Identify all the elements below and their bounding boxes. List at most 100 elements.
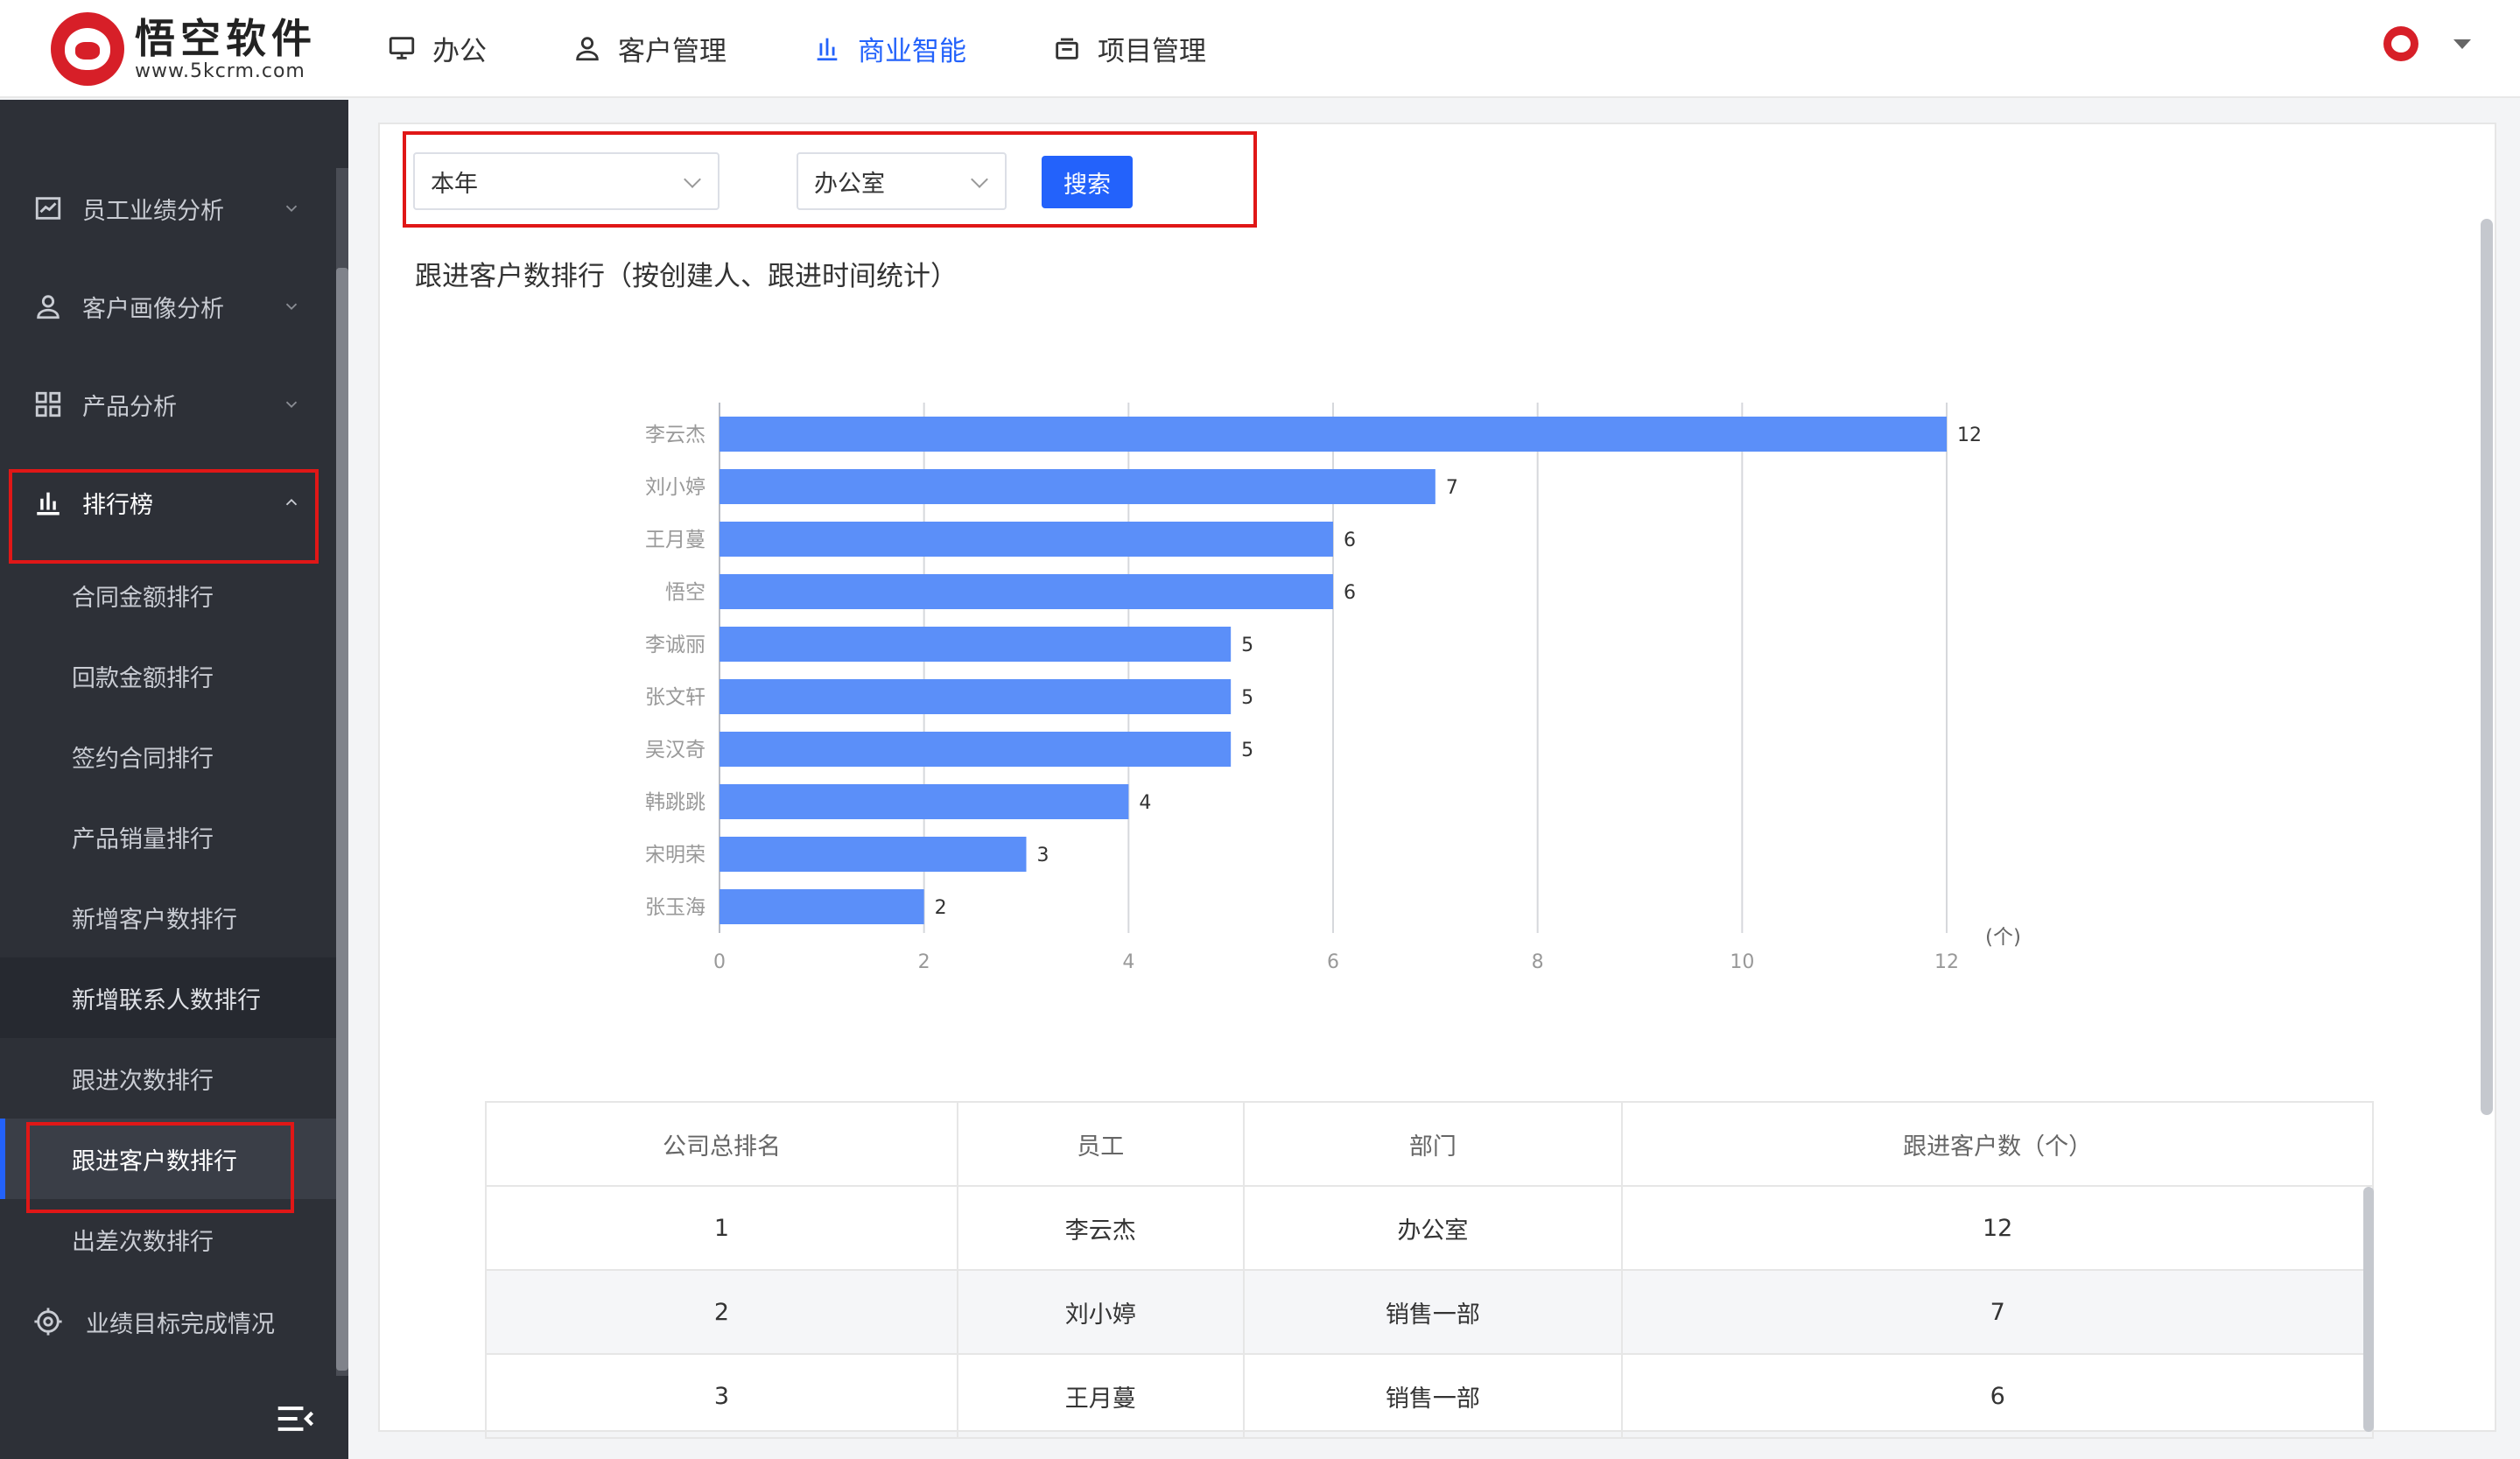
sidebar-group-employee-performance[interactable]: 员工业绩分析: [0, 170, 336, 247]
bar: [719, 417, 1947, 452]
table-row: 3 王月蔓 销售一部 6: [485, 1353, 2374, 1439]
search-button[interactable]: 搜索: [1042, 156, 1133, 208]
brand-url: www.5kcrm.com: [135, 60, 305, 82]
collapse-menu-icon[interactable]: [277, 1404, 315, 1434]
y-category-label: 李云杰: [645, 424, 705, 446]
bar-value-label: 5: [1241, 635, 1253, 656]
nav-bi[interactable]: 商业智能: [812, 0, 966, 96]
y-category-label: 张玉海: [645, 896, 705, 919]
x-tick-label: 10: [1730, 951, 1754, 971]
column-header-employee: 员工: [957, 1101, 1245, 1187]
user-menu[interactable]: [2383, 26, 2471, 61]
sidebar-item-business-trips[interactable]: 出差次数排行: [0, 1199, 336, 1280]
sidebar-scrollbar[interactable]: [336, 268, 348, 1371]
chevron-down-icon[interactable]: [2453, 39, 2471, 49]
sidebar-item-signed-contracts[interactable]: 签约合同排行: [0, 716, 336, 796]
ranking-table: 公司总排名 员工 部门 跟进客户数（个） 1 李云杰 办公室 12 2 刘小婷 …: [485, 1101, 2374, 1439]
sidebar-group-label: 员工业绩分析: [82, 197, 224, 225]
nav-customer[interactable]: 客户管理: [572, 0, 727, 96]
nav-bi-label: 商业智能: [858, 35, 966, 67]
sidebar: 员工业绩分析 客户画像分析 产品分析 排行榜 合同金额排行 回款金额排行 签约合…: [0, 100, 348, 1459]
bar-value-label: 3: [1037, 845, 1049, 866]
grid-icon: [35, 391, 61, 417]
sidebar-item-new-customers[interactable]: 新增客户数排行: [0, 877, 336, 957]
brand-logo[interactable]: 悟空软件 www.5kcrm.com: [51, 11, 317, 88]
cell-count: 7: [1621, 1269, 2374, 1355]
bar: [719, 522, 1333, 557]
user-profile-icon: [37, 295, 60, 319]
y-category-label: 王月蔓: [645, 529, 705, 551]
chevron-down-icon: [285, 205, 298, 213]
user-icon: [576, 37, 599, 61]
project-icon: [1056, 38, 1078, 60]
monitor-icon: [389, 37, 415, 60]
x-tick-label: 8: [1532, 951, 1544, 971]
x-tick-label: 4: [1122, 951, 1134, 971]
brand-name: 悟空软件: [135, 15, 317, 62]
sidebar-item-product-sales[interactable]: 产品销量排行: [0, 796, 336, 877]
chevron-down-icon: [285, 401, 298, 409]
target-icon: [34, 1308, 62, 1336]
table-header-row: 公司总排名 员工 部门 跟进客户数（个）: [485, 1101, 2374, 1187]
sidebar-item-contract-amount[interactable]: 合同金额排行: [0, 555, 336, 635]
main-nav: 办公 客户管理 商业智能 项目管理: [387, 0, 1292, 96]
cell-department: 销售一部: [1242, 1269, 1624, 1355]
sidebar-item-payment-amount[interactable]: 回款金额排行: [0, 635, 336, 716]
table-row: 1 李云杰 办公室 12: [485, 1185, 2374, 1271]
sidebar-item-new-contacts[interactable]: 新增联系人数排行: [0, 957, 336, 1038]
sidebar-group-label: 产品分析: [82, 393, 177, 421]
cell-rank: 2: [485, 1269, 958, 1355]
bar-value-label: 6: [1344, 530, 1356, 551]
bar: [719, 627, 1232, 662]
sidebar-item-followup-count[interactable]: 跟进次数排行: [0, 1038, 336, 1119]
y-category-label: 韩跳跳: [645, 791, 705, 814]
column-header-count: 跟进客户数（个）: [1621, 1101, 2374, 1187]
bar-value-label: 5: [1241, 687, 1253, 709]
department-select-value: 办公室: [814, 170, 885, 198]
bar-value-label: 12: [1957, 424, 1982, 446]
nav-office-label: 办公: [432, 35, 487, 67]
x-tick-label: 2: [918, 951, 930, 971]
x-unit-label: (个): [1985, 926, 2021, 949]
period-select-value: 本年: [431, 170, 478, 198]
nav-customer-label: 客户管理: [618, 35, 727, 67]
table-row: 2 刘小婷 销售一部 7: [485, 1269, 2374, 1355]
nav-office[interactable]: 办公: [387, 0, 487, 96]
bar: [719, 469, 1435, 504]
bar: [719, 837, 1027, 872]
bar: [719, 732, 1232, 767]
sidebar-group-product-analysis[interactable]: 产品分析: [0, 366, 336, 443]
chevron-down-icon: [971, 171, 988, 188]
nav-project[interactable]: 项目管理: [1052, 0, 1206, 96]
bar-value-label: 2: [935, 897, 947, 919]
line-chart-icon: [35, 197, 61, 220]
cell-department: 销售一部: [1242, 1353, 1624, 1439]
sidebar-item-performance-target[interactable]: 业绩目标完成情况: [0, 1281, 336, 1362]
highlight-box-ranking: [9, 469, 319, 564]
table-scrollbar[interactable]: [2363, 1187, 2374, 1432]
bar: [719, 679, 1232, 714]
cell-employee: 李云杰: [957, 1185, 1245, 1271]
cell-department: 办公室: [1242, 1185, 1624, 1271]
cell-rank: 3: [485, 1353, 958, 1439]
bar-value-label: 6: [1344, 582, 1356, 604]
cell-rank: 1: [485, 1185, 958, 1271]
y-category-label: 张文轩: [645, 686, 705, 709]
bar-value-label: 7: [1446, 477, 1458, 499]
bar-value-label: 5: [1241, 740, 1253, 761]
period-select[interactable]: 本年: [413, 152, 719, 210]
x-tick-label: 6: [1327, 951, 1339, 971]
sidebar-item-label: 业绩目标完成情况: [86, 1310, 275, 1338]
cell-count: 6: [1621, 1353, 2374, 1439]
x-tick-label: 12: [1934, 951, 1959, 971]
chevron-down-icon: [285, 303, 298, 311]
sidebar-group-customer-profile[interactable]: 客户画像分析: [0, 268, 336, 345]
bar: [719, 889, 924, 924]
avatar[interactable]: [2383, 26, 2418, 61]
bar: [719, 784, 1129, 819]
department-select[interactable]: 办公室: [797, 152, 1007, 210]
main-scrollbar[interactable]: [2481, 219, 2493, 1115]
chart-title: 跟进客户数排行（按创建人、跟进时间统计）: [415, 261, 958, 292]
monkey-logo-icon: [51, 12, 124, 86]
x-tick-label: 0: [713, 951, 726, 971]
